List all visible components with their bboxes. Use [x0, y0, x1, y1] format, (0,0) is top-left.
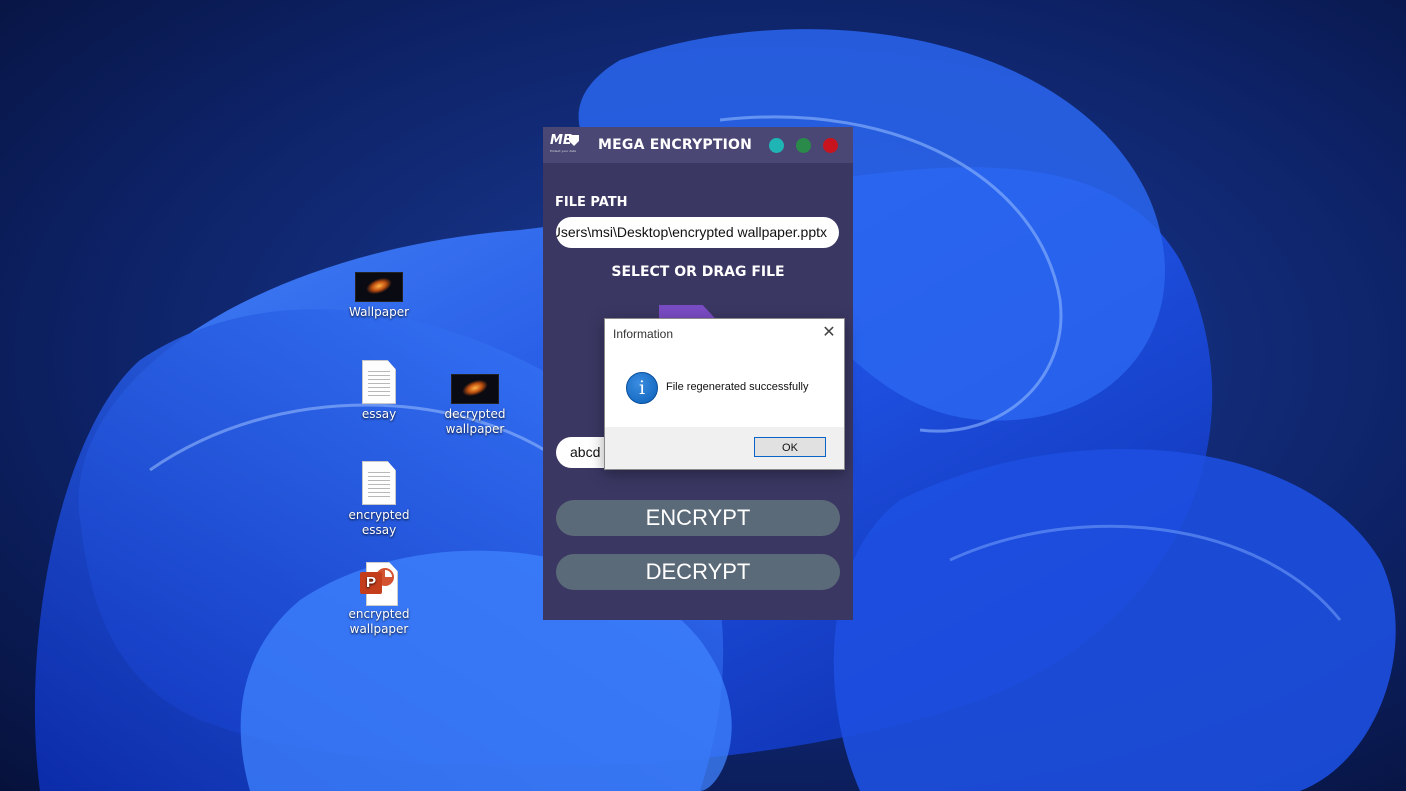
- ok-button[interactable]: OK: [754, 437, 826, 457]
- dialog-message: File regenerated successfully: [666, 381, 809, 393]
- select-or-drag-label[interactable]: SELECT OR DRAG FILE: [543, 264, 853, 280]
- desktop-icon-encrypted-wallpaper[interactable]: P encrypted wallpaper: [334, 562, 424, 637]
- maximize-button[interactable]: [796, 138, 811, 153]
- text-file-icon: [362, 360, 396, 404]
- desktop-icon-label: Wallpaper: [348, 305, 410, 319]
- minimize-button[interactable]: [769, 138, 784, 153]
- encrypt-button[interactable]: ENCRYPT: [556, 500, 840, 536]
- desktop-icon-essay[interactable]: essay: [334, 360, 424, 422]
- close-button[interactable]: [823, 138, 838, 153]
- information-dialog: Information ✕ i File regenerated success…: [604, 318, 845, 470]
- image-file-icon: [451, 374, 499, 404]
- image-file-icon: [355, 272, 403, 302]
- desktop-icon-wallpaper[interactable]: Wallpaper: [334, 272, 424, 320]
- file-path-input[interactable]: C:\Users\msi\Desktop\encrypted wallpaper…: [556, 217, 839, 248]
- title-bar[interactable]: ME Protect your data MEGA ENCRYPTION: [543, 127, 853, 163]
- app-logo: ME Protect your data: [550, 133, 582, 157]
- dialog-footer: OK: [605, 427, 844, 469]
- close-icon[interactable]: ✕: [819, 323, 839, 343]
- dialog-title: Information: [613, 327, 674, 341]
- desktop-icon-label: encrypted essay: [348, 508, 410, 537]
- desktop-icon-decrypted-wallpaper[interactable]: decrypted wallpaper: [430, 374, 520, 437]
- text-file-icon: [362, 461, 396, 505]
- decrypt-button[interactable]: DECRYPT: [556, 554, 840, 590]
- desktop-icon-label: encrypted wallpaper: [348, 607, 410, 636]
- desktop-icon-label: decrypted wallpaper: [444, 407, 506, 436]
- desktop-icon-encrypted-essay[interactable]: encrypted essay: [334, 461, 424, 538]
- desktop-icon-label: essay: [361, 407, 397, 421]
- file-path-label: FILE PATH: [555, 195, 628, 210]
- information-icon: i: [626, 372, 658, 404]
- app-title: MEGA ENCRYPTION: [598, 137, 753, 153]
- powerpoint-file-icon: P: [360, 562, 398, 606]
